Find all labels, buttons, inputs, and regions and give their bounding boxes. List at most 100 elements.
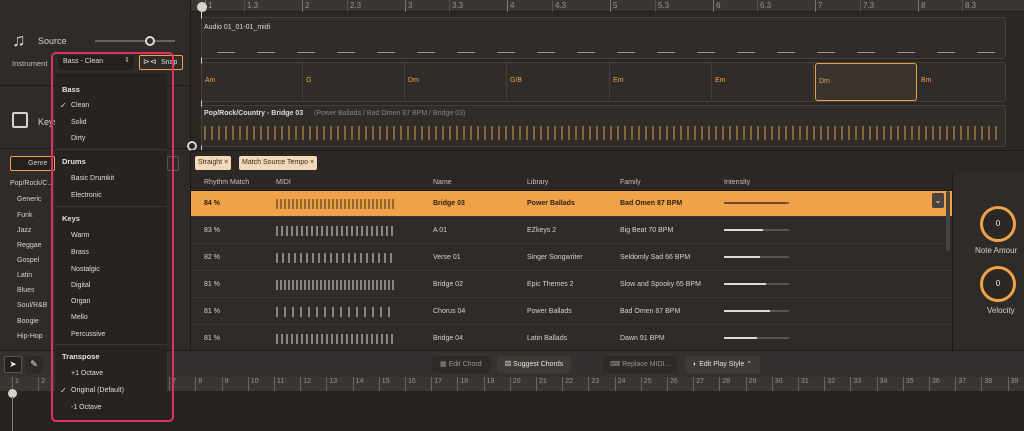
ruler-tick: 3 — [405, 0, 412, 12]
intensity-bar — [724, 310, 789, 312]
chord-block[interactable]: G — [303, 63, 405, 101]
bottom-ruler-tick: 10 — [247, 377, 259, 391]
column-header[interactable]: MIDI — [276, 174, 291, 191]
bottom-ruler-tick: 25 — [640, 377, 652, 391]
audio-notes — [217, 48, 997, 56]
column-header[interactable]: Rhythm Match — [204, 174, 249, 191]
keyboard-icon: ⌨ — [610, 361, 623, 368]
results-table: Rhythm Match MIDI Name Library Family In… — [191, 174, 952, 352]
chevron-down-icon[interactable]: ⌄ — [932, 193, 944, 208]
genre-item[interactable]: Gospel — [17, 257, 39, 264]
table-row-selected[interactable]: 84 % Bridge 03 Power Ballads Bad Omen 87… — [191, 191, 952, 217]
right-panel: 0 Note Amour 0 Velocity — [952, 174, 1024, 350]
ruler-tick: 2.3 — [347, 0, 361, 12]
table-row[interactable]: 81 % Bridge 04 Latin Ballads Dawn 91 BPM — [191, 326, 952, 352]
genre-item[interactable]: Soul/R&B — [17, 302, 47, 309]
bridge-track-subtitle: (Power Ballads / Bad Omen 87 BPM / Bridg… — [314, 110, 466, 117]
genre-item[interactable]: Generic — [17, 196, 42, 203]
bottom-ruler-tick: 36 — [929, 377, 940, 391]
suggest-chords-button[interactable]: ⚄ Suggest Chords — [497, 356, 572, 373]
pencil-tool-icon[interactable]: ✎ — [25, 356, 43, 373]
suggest-chords-label: Suggest Chords — [513, 361, 564, 368]
genre-item[interactable]: Blues — [17, 287, 35, 294]
intensity-bar — [724, 229, 789, 231]
column-header[interactable]: Library — [527, 174, 548, 191]
filter-chip-straight[interactable]: Straight × — [195, 156, 232, 170]
table-row[interactable]: 82 % Verse 01 Singer Songwriter Seldomly… — [191, 245, 952, 271]
ruler-tick: 5.3 — [655, 0, 669, 12]
bottom-ruler-tick: 26 — [667, 377, 678, 391]
library-cell: Latin Ballads — [527, 335, 568, 342]
table-scrollbar[interactable] — [946, 191, 950, 251]
name-cell: Bridge 04 — [433, 335, 463, 342]
genre-tab-label: Genre — [28, 160, 48, 167]
genre-item[interactable]: Hip-Hop — [17, 333, 43, 340]
chevron-up-icon: ⌃ — [744, 361, 753, 368]
timeline-ruler[interactable]: 1 1.3 2 2.3 3 3.3 4 4.3 5 5.3 6 6.3 7 7.… — [191, 0, 1024, 12]
genre-item[interactable]: Jazz — [17, 227, 31, 234]
bottom-ruler-tick: 14 — [352, 377, 363, 391]
edit-play-style-button[interactable]: ◐ Edit Play Style ⌃ — [685, 356, 761, 373]
velocity-knob[interactable]: 0 — [980, 266, 1016, 302]
chord-block[interactable]: Bm — [918, 63, 1006, 101]
column-header[interactable]: Family — [620, 174, 641, 191]
genre-item[interactable]: Boogie — [17, 318, 39, 325]
table-row[interactable]: 83 % A 01 EZkeys 2 Big Beat 70 BPM — [191, 218, 952, 244]
bottom-ruler-tick: 24 — [614, 377, 625, 391]
genre-item[interactable]: Pop/Rock/C... — [10, 180, 53, 187]
genre-tab[interactable]: Genre — [10, 156, 55, 171]
ruler-tick: 7 — [815, 0, 822, 12]
genre-item[interactable]: Reggae — [17, 242, 42, 249]
bridge-track-lane[interactable]: Pop/Rock/Country - Bridge 03 (Power Ball… — [201, 105, 1006, 147]
table-row[interactable]: 81 % Chorus 04 Power Ballads Bad Omen 87… — [191, 299, 952, 325]
table-header: Rhythm Match MIDI Name Library Family In… — [191, 174, 952, 191]
column-header[interactable]: Name — [433, 174, 452, 191]
source-slider[interactable] — [95, 36, 175, 46]
note-amount-label: Note Amour — [975, 246, 1018, 255]
intensity-bar — [724, 256, 789, 258]
audio-track-lane[interactable]: Audio 01_01-01_midi — [201, 17, 1006, 59]
bottom-ruler-tick: 38 — [981, 377, 992, 391]
playhead-handle[interactable] — [197, 2, 207, 12]
bottom-ruler-tick: 17 — [431, 377, 442, 391]
family-cell: Dawn 91 BPM — [620, 335, 665, 342]
chord-block[interactable]: Dm — [405, 63, 507, 101]
note-amount-knob[interactable]: 0 — [980, 206, 1016, 242]
bottom-ruler-tick: 16 — [405, 377, 416, 391]
chord-block[interactable]: Em — [712, 63, 814, 101]
replace-midi-button[interactable]: ⌨ Replace MIDI... — [602, 356, 679, 373]
chord-block[interactable]: G/B — [507, 63, 610, 101]
intensity-fill — [724, 256, 760, 258]
chord-block-selected[interactable]: Dm — [815, 63, 917, 101]
rhythm-match-cell: 84 % — [204, 200, 220, 207]
genre-item[interactable]: Latin — [17, 272, 32, 279]
bridge-track-title: Pop/Rock/Country - Bridge 03 — [204, 110, 304, 117]
ruler-tick: 6 — [713, 0, 720, 12]
column-header[interactable]: Intensity — [724, 174, 750, 191]
filter-chip-match-tempo[interactable]: Match Source Tempo × — [239, 156, 318, 170]
ruler-tick: 4.3 — [552, 0, 566, 12]
rhythm-match-cell: 83 % — [204, 227, 220, 234]
ruler-tick: 2 — [302, 0, 309, 12]
chord-block[interactable]: Am — [202, 63, 303, 101]
family-cell: Bad Omen 87 BPM — [620, 200, 683, 207]
family-cell: Bad Omen 87 BPM — [620, 308, 681, 315]
chord-track-lane[interactable]: Am G Dm G/B Em Em Dm Bm — [201, 62, 1006, 102]
intensity-fill — [724, 283, 767, 285]
edit-chord-button[interactable]: ▦ Edit Chord — [432, 356, 490, 373]
bottom-ruler-tick: 31 — [798, 377, 809, 391]
bottom-ruler-tick: 21 — [536, 377, 547, 391]
velocity-label: Velocity — [987, 306, 1015, 315]
table-row[interactable]: 81 % Bridge 02 Epic Themes 2 Slow and Sp… — [191, 272, 952, 298]
bottom-ruler-tick: 28 — [719, 377, 730, 391]
chord-block[interactable]: Em — [610, 63, 712, 101]
rhythm-match-cell: 81 % — [204, 308, 220, 315]
pointer-tool-icon[interactable]: ➤ — [4, 356, 22, 373]
family-cell: Big Beat 70 BPM — [620, 227, 674, 234]
bottom-ruler-tick: 8 — [195, 377, 202, 391]
highlight-frame — [51, 52, 174, 422]
source-slider-handle[interactable] — [145, 36, 155, 46]
intensity-fill — [724, 229, 763, 231]
intensity-bar — [724, 337, 789, 339]
genre-item[interactable]: Funk — [17, 212, 33, 219]
